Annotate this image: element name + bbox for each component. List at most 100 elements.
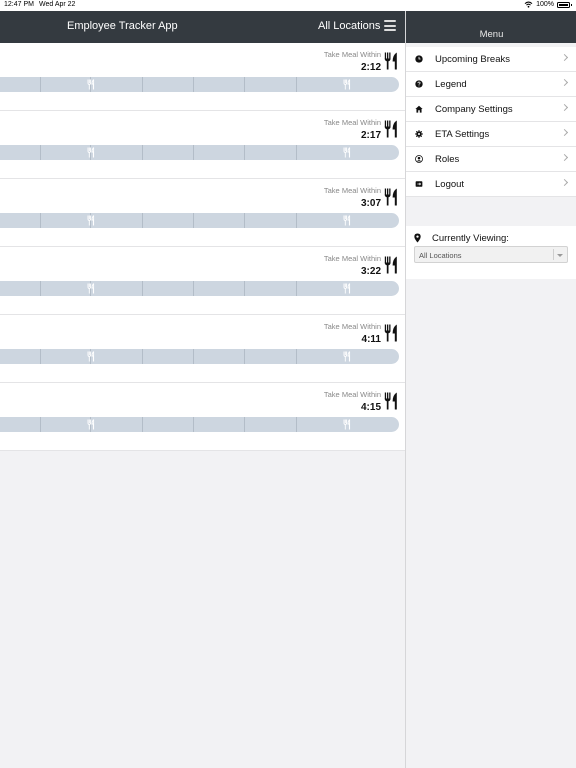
timeline-tick [142, 349, 143, 364]
employee-row[interactable]: Take Meal Within 4:15 [0, 383, 405, 451]
menu-item-legend[interactable]: Legend [406, 72, 576, 97]
timeline-tick [142, 281, 143, 296]
meal-countdown: 3:22 [360, 266, 381, 277]
home-icon [415, 105, 423, 113]
employee-row[interactable]: Take Meal Within 2:17 [0, 111, 405, 179]
timeline-tick [296, 417, 297, 432]
utensils-icon [343, 351, 351, 362]
menu-item-company-settings[interactable]: Company Settings [406, 97, 576, 122]
utensils-icon [343, 147, 351, 158]
timeline-tick [193, 213, 194, 228]
logout-icon [415, 181, 423, 187]
meal-countdown: 4:11 [361, 334, 381, 345]
location-selector[interactable]: All Locations [318, 20, 380, 32]
meal-label: Take Meal Within [323, 322, 381, 331]
timeline-tick [193, 349, 194, 364]
chevron-right-icon [560, 128, 569, 137]
menu-item-label: Roles [435, 154, 460, 165]
timeline-tick [193, 145, 194, 160]
timeline-tick [40, 349, 41, 364]
timeline-tick [193, 281, 194, 296]
utensils-icon [343, 419, 351, 430]
hamburger-menu-icon[interactable] [384, 20, 396, 31]
sidebar-menu: Menu Upcoming Breaks Legend Company Sett [405, 11, 576, 768]
utensils-icon [87, 79, 95, 90]
utensils-icon [384, 120, 397, 138]
gear-icon [415, 130, 423, 138]
utensils-icon [384, 52, 397, 70]
utensils-icon [384, 188, 397, 206]
user-icon [415, 155, 423, 163]
location-select-value: All Locations [419, 251, 462, 260]
menu-item-logout[interactable]: Logout [406, 172, 576, 197]
currently-viewing-label: Currently Viewing: [432, 233, 509, 244]
utensils-icon [87, 351, 95, 362]
employee-row[interactable]: Take Meal Within 3:07 [0, 179, 405, 247]
utensils-icon [343, 283, 351, 294]
menu-title: Menu [479, 29, 504, 40]
meal-label: Take Meal Within [323, 254, 381, 263]
utensils-icon [87, 147, 95, 158]
menu-item-label: Logout [435, 179, 465, 190]
utensils-icon [87, 419, 95, 430]
chevron-right-icon [560, 178, 569, 187]
menu-item-label: ETA Settings [435, 129, 490, 140]
question-icon [415, 80, 423, 88]
meal-label: Take Meal Within [323, 390, 381, 399]
currently-viewing-panel: Currently Viewing: All Locations [406, 226, 576, 279]
timeline-tick [193, 77, 194, 92]
employee-row[interactable]: Take Meal Within 2:12 [0, 43, 405, 111]
chevron-right-icon [560, 78, 569, 87]
navbar: Employee Tracker App All Locations [0, 11, 405, 43]
timeline-tick [296, 77, 297, 92]
employee-row[interactable]: Take Meal Within 4:11 [0, 315, 405, 383]
timeline-tick [40, 145, 41, 160]
meal-countdown: 2:17 [360, 130, 381, 141]
timeline-tick [296, 213, 297, 228]
employee-list: Take Meal Within 2:12 Take Meal Within 2:17… [0, 43, 405, 451]
meal-label: Take Meal Within [323, 118, 381, 127]
utensils-icon [384, 392, 397, 410]
timeline-tick [296, 281, 297, 296]
status-bar: 12:47 PM Wed Apr 22 100% [0, 0, 576, 11]
timeline-tick [244, 281, 245, 296]
meal-countdown: 3:07 [360, 198, 381, 209]
timeline-tick [40, 417, 41, 432]
menu-item-eta-settings[interactable]: ETA Settings [406, 122, 576, 147]
chevron-down-icon [557, 254, 563, 257]
timeline-tick [142, 213, 143, 228]
menu-item-roles[interactable]: Roles [406, 147, 576, 172]
timeline-tick [193, 417, 194, 432]
timeline-tick [244, 213, 245, 228]
meal-label: Take Meal Within [323, 186, 381, 195]
map-pin-icon [414, 233, 421, 243]
utensils-icon [384, 256, 397, 274]
location-select[interactable]: All Locations [414, 246, 568, 263]
menu-item-label: Company Settings [435, 104, 513, 115]
meal-label: Take Meal Within [323, 50, 381, 59]
select-divider [553, 249, 554, 260]
break-timeline [0, 349, 399, 364]
employee-row[interactable]: Take Meal Within 3:22 [0, 247, 405, 315]
utensils-icon [87, 215, 95, 226]
menu-list: Upcoming Breaks Legend Company Settings [406, 47, 576, 197]
utensils-icon [384, 324, 397, 342]
chevron-right-icon [560, 103, 569, 112]
battery-icon [557, 1, 572, 8]
timeline-tick [40, 281, 41, 296]
timeline-tick [142, 145, 143, 160]
clock-icon [415, 55, 423, 63]
battery-percent: 100% [536, 1, 554, 8]
break-timeline [0, 281, 399, 296]
utensils-icon [343, 215, 351, 226]
menu-item-upcoming-breaks[interactable]: Upcoming Breaks [406, 47, 576, 72]
menu-item-label: Upcoming Breaks [435, 54, 510, 65]
status-date: Wed Apr 22 [39, 1, 76, 8]
menu-header: Menu [406, 11, 576, 43]
timeline-tick [244, 145, 245, 160]
utensils-icon [343, 79, 351, 90]
main-panel: Employee Tracker App All Locations Take … [0, 11, 405, 768]
timeline-tick [296, 349, 297, 364]
chevron-right-icon [560, 153, 569, 162]
meal-countdown: 2:12 [360, 62, 381, 73]
